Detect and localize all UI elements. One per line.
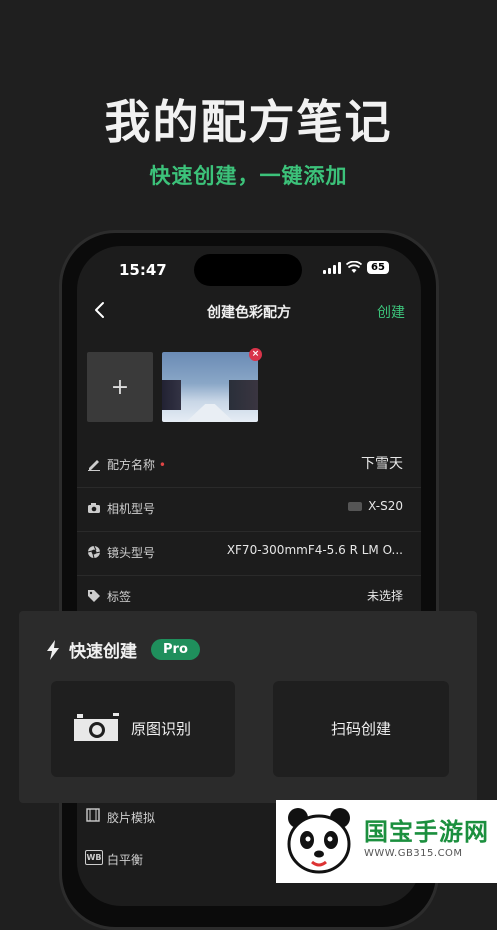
tag-icon (88, 590, 100, 602)
lens-model-label: 镜头型号 (107, 546, 156, 560)
camera-small-icon (88, 503, 100, 513)
film-sim-label: 胶片模拟 (107, 811, 156, 825)
wifi-icon (346, 261, 362, 273)
status-time: 15:47 (119, 261, 167, 279)
white-balance-label: 白平衡 (107, 853, 144, 867)
watermark-url: WWW.GB315.COM (364, 848, 463, 859)
recipe-name-value[interactable]: 下雪天 (361, 453, 403, 473)
tags-label: 标签 (107, 590, 132, 604)
photo-thumbnail[interactable] (162, 352, 258, 422)
scan-code-create-label: 扫码创建 (331, 720, 392, 738)
required-mark: • (158, 458, 166, 472)
battery-badge: 65 (367, 261, 389, 274)
pro-badge: Pro (151, 639, 200, 660)
form-row-film-sim[interactable]: 胶片模拟 (77, 802, 277, 832)
film-icon (86, 808, 100, 822)
quick-create-title: 快速创建 (69, 642, 137, 662)
aperture-icon (87, 545, 101, 559)
camera-icon (74, 713, 119, 741)
recognize-original-button[interactable]: 原图识别 (51, 681, 235, 777)
site-watermark: 国宝手游网 WWW.GB315.COM (276, 800, 497, 883)
create-button[interactable]: 创建 (377, 302, 405, 322)
watermark-name: 国宝手游网 (364, 818, 489, 846)
recognize-original-label: 原图识别 (131, 720, 192, 738)
nav-title: 创建色彩配方 (207, 305, 291, 321)
promo-subline: 快速创建，一键添加 (149, 164, 348, 188)
camera-model-value[interactable]: X-S20 (348, 499, 403, 513)
pencil-icon (88, 460, 100, 471)
form-row-lens-model[interactable]: 镜头型号 XF70-300mmF4-5.6 R LM O... (77, 531, 421, 576)
form-row-white-balance[interactable]: WB 白平衡 (77, 844, 277, 874)
form-row-camera-model[interactable]: 相机型号 X-S20 (77, 487, 421, 532)
tags-value[interactable]: 未选择 (367, 587, 403, 604)
camera-model-label: 相机型号 (107, 502, 156, 516)
status-icons: 65 (323, 261, 389, 274)
camera-thumb-icon (348, 502, 363, 511)
remove-photo-button[interactable]: × (249, 348, 262, 361)
quick-create-header: 快速创建 Pro (45, 637, 200, 662)
signal-icon (323, 261, 341, 274)
lightning-icon (47, 639, 59, 660)
quick-create-sheet: 快速创建 Pro 原图识别 扫码创建 (19, 611, 477, 803)
form-row-recipe-name[interactable]: 配方名称 • 下雪天 (77, 443, 421, 488)
scan-code-create-button[interactable]: 扫码创建 (273, 681, 449, 777)
promo-headline: 我的配方笔记 (104, 95, 393, 149)
dynamic-island (194, 254, 302, 286)
recipe-name-label: 配方名称 • (107, 458, 166, 472)
add-photo-button[interactable]: + (87, 352, 153, 422)
white-balance-icon: WB (85, 850, 103, 865)
lens-model-value[interactable]: XF70-300mmF4-5.6 R LM O... (227, 543, 403, 557)
panda-logo-icon (287, 808, 351, 874)
